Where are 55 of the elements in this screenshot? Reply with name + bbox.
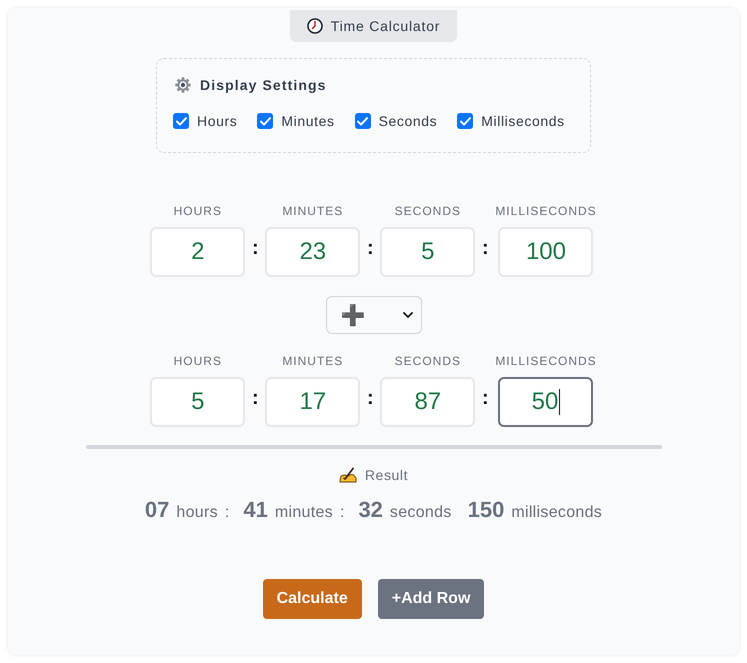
field-label: MINUTES <box>282 204 344 218</box>
result-unit: hours <box>176 504 218 522</box>
clock-icon <box>306 18 323 34</box>
checkbox-label: Seconds <box>378 113 438 129</box>
check-icon <box>357 116 368 126</box>
time-separator: : <box>480 238 490 258</box>
result-separator: : <box>224 504 230 522</box>
number-input[interactable]: 50 <box>498 377 594 427</box>
result-value: 32 <box>358 497 383 523</box>
number-input[interactable]: 5 <box>380 227 476 277</box>
result-unit: seconds <box>390 504 452 522</box>
checkbox-label: Minutes <box>281 113 335 129</box>
time-separator: : <box>250 388 260 408</box>
number-input[interactable]: 5 <box>150 377 246 427</box>
chevron-down-icon <box>402 312 412 318</box>
result-unit: minutes <box>274 504 333 522</box>
number-input[interactable]: 23 <box>265 227 360 277</box>
time-separator: : <box>480 388 490 408</box>
field-label: MILLISECONDS <box>495 354 597 368</box>
field-label: HOURS <box>174 354 222 368</box>
operator-select[interactable]: ➕ <box>326 296 422 334</box>
result-value: 07 <box>144 497 170 523</box>
field-label: SECONDS <box>394 204 461 218</box>
result-separator: : <box>340 504 344 522</box>
result-unit: milliseconds <box>511 504 602 522</box>
result-label: Result <box>364 467 408 483</box>
number-input[interactable]: 87 <box>380 377 476 427</box>
checkbox[interactable] <box>457 113 474 129</box>
checkbox[interactable] <box>257 113 274 129</box>
number-input[interactable]: 100 <box>498 227 594 277</box>
checkbox[interactable] <box>173 113 189 129</box>
checkbox-label: Hours <box>197 113 238 129</box>
text-cursor-icon <box>559 389 560 415</box>
gear-icon <box>175 77 191 93</box>
field-label: MINUTES <box>282 354 344 368</box>
time-separator: : <box>366 238 375 258</box>
checkbox[interactable] <box>354 113 371 129</box>
checkbox-label: Milliseconds <box>481 113 565 129</box>
add-row-button[interactable]: +Add Row <box>378 579 484 619</box>
writing-hand-icon <box>338 467 357 483</box>
result-value: 150 <box>468 497 504 523</box>
check-icon <box>460 116 471 126</box>
time-separator: : <box>366 388 375 408</box>
number-input[interactable]: 2 <box>150 227 246 277</box>
check-icon <box>260 116 271 126</box>
field-label: SECONDS <box>394 354 461 368</box>
check-icon <box>176 116 186 126</box>
field-label: HOURS <box>174 204 222 218</box>
result-value: 41 <box>243 497 268 523</box>
time-separator: : <box>250 238 260 258</box>
calculate-button[interactable]: Calculate <box>262 579 362 619</box>
settings-title: Display Settings <box>200 77 327 93</box>
number-input[interactable]: 17 <box>265 377 360 427</box>
app-title: Time Calculator <box>330 18 440 34</box>
field-label: MILLISECONDS <box>495 204 597 218</box>
